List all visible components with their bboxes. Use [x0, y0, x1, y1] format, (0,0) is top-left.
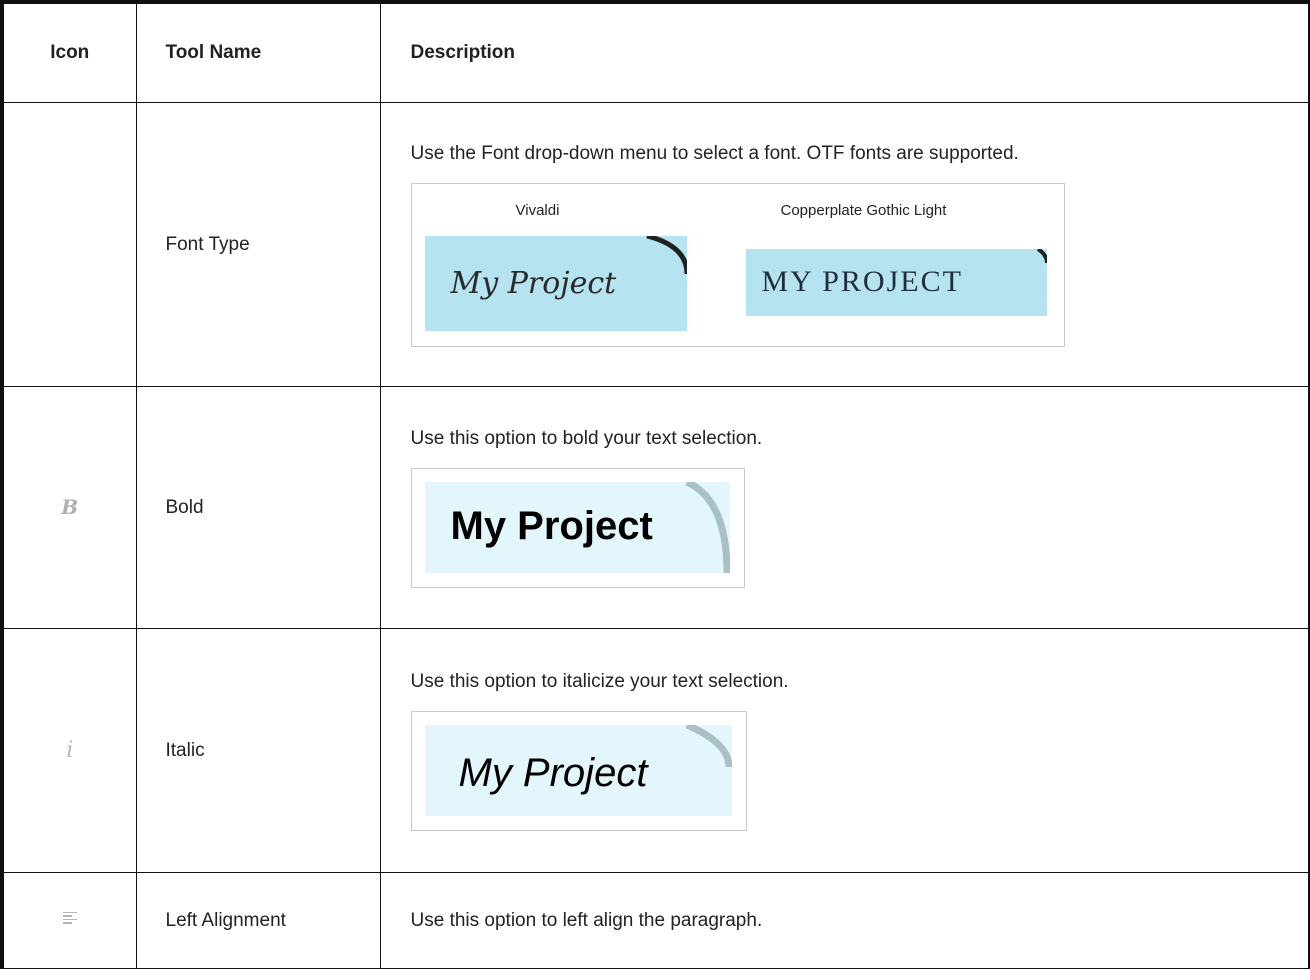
- tool-name-italic: Italic: [135, 628, 381, 873]
- table-header-row: Icon Tool Name Description: [1, 1, 1310, 103]
- description-left-alignment: Use this option to left align the paragr…: [379, 872, 1310, 969]
- description-text: Use the Font drop-down menu to select a …: [410, 142, 1019, 164]
- font-type-sample-image: Vivaldi My Project Copperplate Gothic Li…: [410, 182, 1065, 347]
- table-row-left-alignment: Left Alignment Use this option to left a…: [1, 872, 1310, 969]
- description-italic: Use this option to italicize your text s…: [379, 628, 1310, 873]
- tool-reference-table: Icon Tool Name Description Font Type Use…: [0, 0, 1310, 969]
- sample-caption-copperplate: Copperplate Gothic Light: [780, 201, 947, 219]
- header-tool-name: Tool Name: [135, 1, 381, 103]
- description-text: Use this option to bold your text select…: [410, 427, 763, 449]
- description-bold: Use this option to bold your text select…: [379, 386, 1310, 629]
- sample-swatch-vivaldi: My Project: [424, 235, 687, 331]
- sample-caption-vivaldi: Vivaldi: [515, 201, 560, 219]
- left-align-icon: [1, 872, 137, 969]
- bold-sample-image: My Project: [410, 467, 745, 588]
- italic-icon: i: [1, 628, 137, 873]
- sample-swatch: My Project: [424, 724, 732, 816]
- font-type-icon: [1, 102, 137, 387]
- bold-icon-glyph: B: [61, 495, 79, 519]
- left-align-icon-glyph: [62, 910, 77, 926]
- header-icon: Icon: [1, 1, 137, 103]
- italic-sample-image: My Project: [410, 710, 747, 831]
- header-description: Description: [379, 1, 1310, 103]
- table-row-bold: B Bold Use this option to bold your text…: [1, 386, 1310, 629]
- table-row-font-type: Font Type Use the Font drop-down menu to…: [1, 102, 1310, 387]
- sample-text-italic: My Project: [458, 750, 648, 795]
- description-text: Use this option to italicize your text s…: [410, 670, 789, 692]
- sample-text-copperplate: MY PROJECT: [761, 264, 963, 298]
- italic-icon-glyph: i: [66, 738, 74, 763]
- sample-swatch-copperplate: MY PROJECT: [745, 248, 1047, 316]
- tool-name-left-alignment: Left Alignment: [135, 872, 381, 969]
- tool-name-bold: Bold: [135, 386, 381, 629]
- tool-name-font-type: Font Type: [135, 102, 381, 387]
- description-font-type: Use the Font drop-down menu to select a …: [379, 102, 1310, 387]
- sample-swatch: My Project: [424, 481, 730, 573]
- table-row-italic: i Italic Use this option to italicize yo…: [1, 628, 1310, 873]
- sample-text-bold: My Project: [450, 503, 653, 548]
- bold-icon: B: [1, 386, 137, 629]
- sample-text-vivaldi: My Project: [450, 265, 617, 301]
